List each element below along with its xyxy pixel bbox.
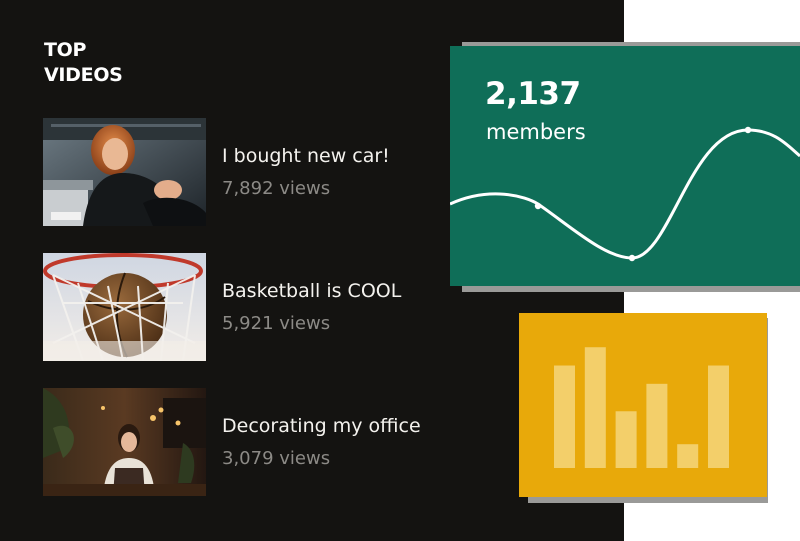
members-trend-chart — [450, 126, 800, 262]
bar — [554, 365, 575, 468]
bar — [615, 411, 637, 468]
members-trend-line — [450, 128, 800, 260]
video-item[interactable]: Decorating my office 3,079 views — [43, 388, 473, 496]
section-heading: TOP VIDEOS — [44, 38, 123, 88]
video-item[interactable]: Basketball is COOL 5,921 views — [43, 253, 473, 361]
trend-point — [534, 202, 542, 210]
video-thumbnail[interactable] — [43, 388, 206, 496]
trend-point — [744, 126, 752, 134]
heading-line-videos: VIDEOS — [44, 64, 123, 86]
bar — [584, 347, 606, 468]
video-title[interactable]: Decorating my office — [222, 415, 421, 437]
bar — [677, 444, 699, 468]
video-item[interactable]: I bought new car! 7,892 views — [43, 118, 473, 226]
trend-point — [628, 254, 636, 262]
bar-card — [519, 313, 767, 497]
bar-chart — [554, 347, 729, 468]
video-title[interactable]: I bought new car! — [222, 145, 390, 167]
video-views: 5,921 views — [222, 313, 331, 334]
members-card: 2,137 members — [450, 46, 800, 286]
video-views: 3,079 views — [222, 448, 331, 469]
video-views: 7,892 views — [222, 178, 331, 199]
video-thumbnail[interactable] — [43, 253, 206, 361]
video-title[interactable]: Basketball is COOL — [222, 280, 401, 302]
bar — [646, 383, 668, 468]
heading-line-top: TOP — [44, 39, 87, 61]
bar — [708, 365, 729, 468]
video-thumbnail[interactable] — [43, 118, 206, 226]
